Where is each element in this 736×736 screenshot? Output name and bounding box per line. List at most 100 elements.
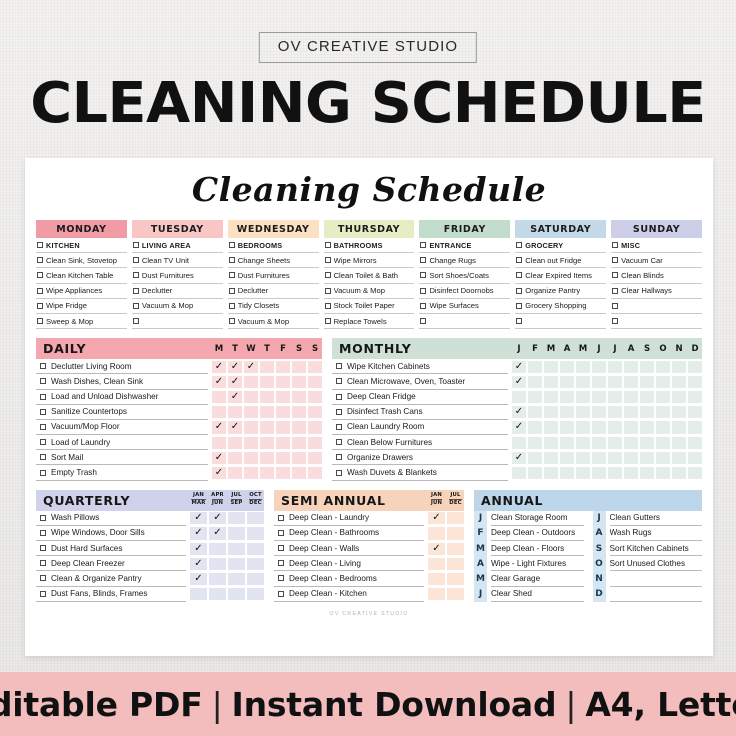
check-cell-checked[interactable]: ✓	[512, 360, 526, 373]
check-cell-empty[interactable]	[592, 406, 606, 419]
checkbox-icon[interactable]	[37, 318, 43, 325]
annual-row[interactable]: D	[592, 586, 702, 602]
day-task-row[interactable]: BATHROOMS	[323, 238, 415, 254]
check-cell-empty[interactable]	[576, 466, 590, 480]
annual-row[interactable]: M Deep Clean - Floors	[474, 541, 584, 557]
semi_annual-task-row[interactable]: Deep Clean - Laundry	[274, 511, 424, 526]
checkbox-icon[interactable]	[40, 363, 46, 370]
check-cell-empty[interactable]	[292, 360, 306, 373]
checkbox-icon[interactable]	[516, 287, 523, 294]
monthly-task-row[interactable]: Deep Clean Fridge	[332, 390, 508, 405]
check-cell-empty[interactable]	[672, 360, 686, 373]
check-cell-empty[interactable]	[576, 436, 590, 449]
checkbox-icon[interactable]	[228, 318, 235, 325]
check-cell-empty[interactable]	[228, 451, 242, 464]
checkbox-icon[interactable]	[612, 272, 619, 279]
checkbox-icon[interactable]	[40, 454, 46, 461]
checkbox-icon[interactable]	[324, 287, 331, 294]
check-cell-empty[interactable]	[592, 466, 606, 480]
check-cell-empty[interactable]	[560, 436, 574, 449]
checkbox-icon[interactable]	[278, 575, 284, 582]
check-cell-checked[interactable]: ✓	[228, 375, 242, 388]
checkbox-icon[interactable]	[336, 408, 342, 415]
check-cell-empty[interactable]	[276, 466, 290, 480]
day-task-row[interactable]: Grocery Shopping	[515, 299, 607, 314]
check-cell-empty[interactable]	[528, 360, 542, 373]
check-cell-checked[interactable]: ✓	[228, 421, 242, 434]
check-cell-empty[interactable]	[560, 391, 574, 404]
check-cell-empty[interactable]	[576, 391, 590, 404]
day-task-row[interactable]	[611, 299, 703, 314]
check-cell-empty[interactable]	[688, 466, 702, 480]
checkbox-icon[interactable]	[37, 287, 43, 294]
checkbox-icon[interactable]	[132, 257, 139, 264]
check-cell-empty[interactable]	[656, 451, 670, 464]
annual-row[interactable]: J Clear Shed	[474, 586, 584, 602]
check-cell-empty[interactable]	[688, 421, 702, 434]
check-cell-empty[interactable]	[428, 588, 445, 601]
quarterly-task-row[interactable]: Clean & Organize Pantry	[36, 571, 186, 587]
check-cell-empty[interactable]	[560, 421, 574, 434]
check-cell-empty[interactable]	[544, 436, 558, 449]
check-cell-checked[interactable]: ✓	[190, 572, 207, 586]
check-cell-empty[interactable]	[260, 391, 274, 404]
checkbox-icon[interactable]	[516, 318, 523, 325]
check-cell-checked[interactable]: ✓	[512, 406, 526, 419]
check-cell-checked[interactable]: ✓	[428, 542, 445, 555]
check-cell-empty[interactable]	[308, 436, 322, 449]
day-task-row[interactable]: Wipe Surfaces	[419, 299, 511, 314]
check-cell-empty[interactable]	[624, 375, 638, 388]
annual-row[interactable]: N	[592, 571, 702, 587]
check-cell-empty[interactable]	[624, 466, 638, 480]
checkbox-icon[interactable]	[228, 287, 235, 294]
check-cell-empty[interactable]	[260, 466, 274, 480]
check-cell-empty[interactable]	[244, 406, 258, 419]
day-task-row[interactable]: Organize Pantry	[515, 284, 607, 299]
check-cell-empty[interactable]	[276, 421, 290, 434]
checkbox-icon[interactable]	[37, 302, 43, 309]
checkbox-icon[interactable]	[40, 408, 46, 415]
checkbox-icon[interactable]	[278, 545, 284, 552]
annual-row[interactable]: F Deep Clean - Outdoors	[474, 525, 584, 541]
check-cell-empty[interactable]	[624, 360, 638, 373]
day-task-row[interactable]: MISC	[611, 238, 703, 254]
check-cell-empty[interactable]	[292, 375, 306, 388]
check-cell-empty[interactable]	[592, 421, 606, 434]
day-task-row[interactable]	[611, 314, 703, 330]
check-cell-empty[interactable]	[688, 375, 702, 388]
check-cell-empty[interactable]	[624, 451, 638, 464]
check-cell-empty[interactable]	[447, 572, 464, 586]
check-cell-checked[interactable]: ✓	[212, 375, 226, 388]
checkbox-icon[interactable]	[37, 242, 43, 249]
check-cell-empty[interactable]	[209, 572, 226, 586]
check-cell-empty[interactable]	[447, 512, 464, 525]
check-cell-empty[interactable]	[592, 436, 606, 449]
checkbox-icon[interactable]	[612, 318, 619, 325]
quarterly-task-row[interactable]: Dust Hard Surfaces	[36, 541, 186, 557]
checkbox-icon[interactable]	[336, 393, 342, 400]
day-task-row[interactable]: Dust Furnitures	[227, 268, 319, 284]
checkbox-icon[interactable]	[132, 318, 139, 325]
check-cell-empty[interactable]	[447, 588, 464, 601]
check-cell-empty[interactable]	[244, 391, 258, 404]
checkbox-icon[interactable]	[40, 378, 46, 385]
check-cell-empty[interactable]	[308, 360, 322, 373]
checkbox-icon[interactable]	[40, 393, 46, 400]
check-cell-empty[interactable]	[212, 436, 226, 449]
check-cell-empty[interactable]	[656, 436, 670, 449]
annual-row[interactable]: A Wash Rugs	[592, 525, 702, 541]
checkbox-icon[interactable]	[516, 302, 523, 309]
check-cell-empty[interactable]	[276, 391, 290, 404]
check-cell-empty[interactable]	[247, 527, 264, 540]
checkbox-icon[interactable]	[324, 272, 331, 279]
check-cell-empty[interactable]	[260, 421, 274, 434]
check-cell-empty[interactable]	[656, 466, 670, 480]
check-cell-empty[interactable]	[608, 406, 622, 419]
check-cell-empty[interactable]	[656, 391, 670, 404]
check-cell-empty[interactable]	[560, 360, 574, 373]
checkbox-icon[interactable]	[132, 272, 139, 279]
check-cell-empty[interactable]	[560, 406, 574, 419]
check-cell-empty[interactable]	[447, 557, 464, 570]
check-cell-checked[interactable]: ✓	[209, 527, 226, 540]
check-cell-empty[interactable]	[672, 375, 686, 388]
